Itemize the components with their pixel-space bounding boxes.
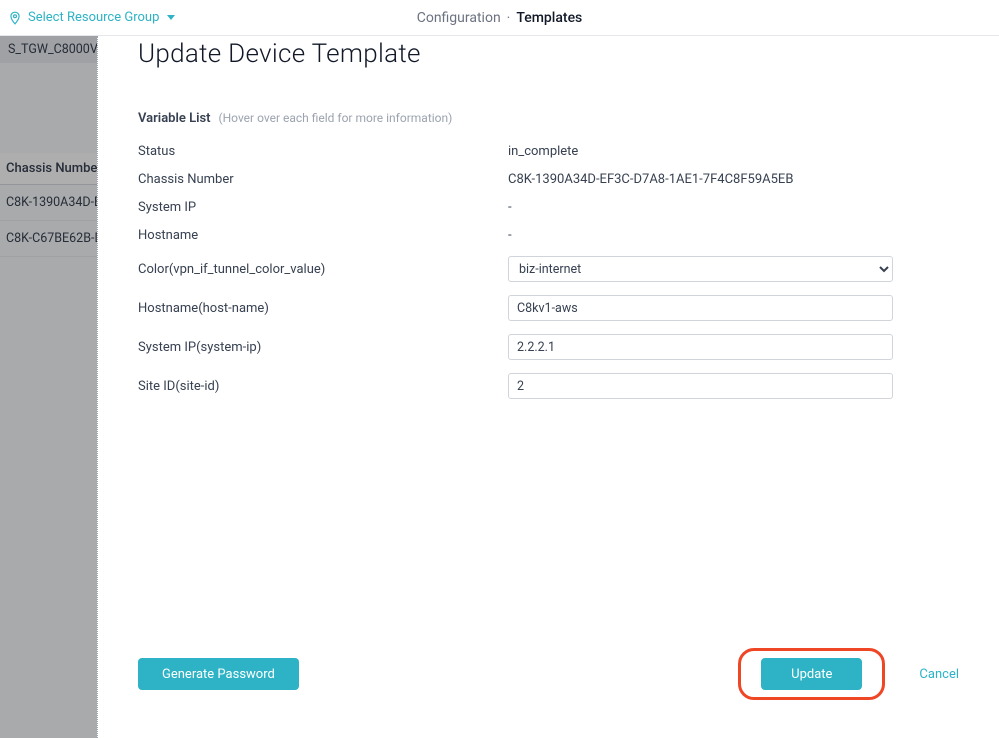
system-ip-input[interactable] xyxy=(508,334,893,360)
label-siteid: Site ID(site-id) xyxy=(138,379,508,394)
label-color: Color(vpn_if_tunnel_color_value) xyxy=(138,262,508,277)
color-select[interactable]: biz-internet xyxy=(508,256,893,282)
value-status: in_complete xyxy=(508,144,578,159)
page-title: Update Device Template xyxy=(138,39,959,69)
label-systemip: System IP(system-ip) xyxy=(138,340,508,355)
panel-footer: Generate Password Update Cancel xyxy=(138,648,959,708)
cancel-link[interactable]: Cancel xyxy=(919,667,959,682)
variable-list-hint: (Hover over each field for more informat… xyxy=(219,111,453,125)
row-site-id: Site ID(site-id) xyxy=(138,373,959,399)
hostname-input[interactable] xyxy=(508,295,893,321)
location-pin-icon xyxy=(8,9,22,27)
update-button[interactable]: Update xyxy=(761,658,862,690)
update-device-template-panel: Update Device Template Variable List (Ho… xyxy=(97,36,999,738)
update-button-highlight: Update xyxy=(738,648,885,700)
variable-list-label: Variable List xyxy=(138,111,211,126)
label-chassis: Chassis Number xyxy=(138,172,508,187)
row-system-ip-static: System IP - xyxy=(138,200,959,215)
caret-down-icon xyxy=(167,15,175,20)
variable-list-heading: Variable List (Hover over each field for… xyxy=(138,107,959,126)
breadcrumb-parent[interactable]: Configuration xyxy=(417,10,501,26)
label-hostname-static: Hostname xyxy=(138,228,508,243)
site-id-input[interactable] xyxy=(508,373,893,399)
select-resource-group[interactable]: Select Resource Group xyxy=(8,9,175,27)
breadcrumb-current: Templates xyxy=(516,10,582,26)
label-systemip-static: System IP xyxy=(138,200,508,215)
row-hostname-static: Hostname - xyxy=(138,228,959,243)
value-chassis: C8K-1390A34D-EF3C-D7A8-1AE1-7F4C8F59A5EB xyxy=(508,172,793,187)
label-status: Status xyxy=(138,144,508,159)
breadcrumb-separator: · xyxy=(507,10,511,26)
row-hostname: Hostname(host-name) xyxy=(138,295,959,321)
resource-group-label: Select Resource Group xyxy=(28,10,159,25)
row-chassis-number: Chassis Number C8K-1390A34D-EF3C-D7A8-1A… xyxy=(138,172,959,187)
top-bar: Select Resource Group Configuration · Te… xyxy=(0,0,999,36)
value-hostname-static: - xyxy=(508,228,512,243)
row-status: Status in_complete xyxy=(138,144,959,159)
form: Status in_complete Chassis Number C8K-13… xyxy=(138,144,959,412)
value-systemip-static: - xyxy=(508,200,512,215)
row-system-ip: System IP(system-ip) xyxy=(138,334,959,360)
label-hostname: Hostname(host-name) xyxy=(138,301,508,316)
generate-password-button[interactable]: Generate Password xyxy=(138,658,299,690)
breadcrumb: Configuration · Templates xyxy=(417,10,583,26)
row-color: Color(vpn_if_tunnel_color_value) biz-int… xyxy=(138,256,959,282)
